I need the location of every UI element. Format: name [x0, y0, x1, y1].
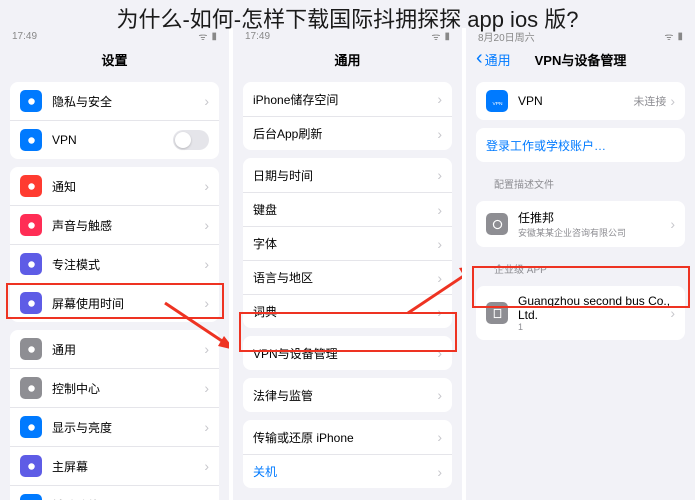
- hourglass-icon: [20, 292, 42, 314]
- chevron-icon: ›: [437, 464, 442, 480]
- toggle[interactable]: [173, 130, 209, 150]
- row-控制中心[interactable]: 控制中心›: [10, 368, 219, 407]
- wifi-icon: ᯤ: [664, 29, 673, 43]
- row-辅助功能[interactable]: 辅助功能›: [10, 485, 219, 500]
- chevron-icon: ›: [437, 202, 442, 218]
- chevron-icon: ›: [670, 216, 675, 232]
- row-vpn[interactable]: VPN VPN 未连接 ›: [476, 82, 685, 120]
- nav-bar: 设置: [0, 44, 229, 74]
- chevron-icon: ›: [204, 458, 209, 474]
- row-声音与触感[interactable]: 声音与触感›: [10, 205, 219, 244]
- chevron-icon: ›: [670, 93, 675, 109]
- chevron-icon: ›: [670, 305, 675, 321]
- arrow-2: [403, 258, 462, 318]
- row-enterprise-app[interactable]: Guangzhou second bus Co., Ltd. 1 ›: [476, 286, 685, 340]
- row-传输或还原 iPhone[interactable]: 传输或还原 iPhone›: [243, 420, 452, 454]
- chevron-icon: ›: [437, 387, 442, 403]
- battery-icon: ▮: [677, 31, 683, 42]
- row-profile[interactable]: 任推邦 安徽某某企业咨询有限公司 ›: [476, 201, 685, 247]
- pane-general: 17:49 ᯤ ▮ 通用 iPhone储存空间›后台App刷新›日期与时间›键盘…: [229, 28, 462, 500]
- chevron-icon: ›: [204, 256, 209, 272]
- row-显示与亮度[interactable]: 显示与亮度›: [10, 407, 219, 446]
- vpn-icon: VPN: [486, 90, 508, 112]
- grid-icon: [20, 455, 42, 477]
- row-后台App刷新[interactable]: 后台App刷新›: [243, 116, 452, 150]
- row-关机[interactable]: 关机›: [243, 454, 452, 488]
- arrow-1: [160, 298, 229, 358]
- nav-bar: 通用: [233, 44, 462, 74]
- pane-settings: 17:49 ᯤ ▮ 设置 隐私与安全›VPN 通知›声音与触感›专注模式›屏幕使…: [0, 28, 229, 500]
- nav-bar: 通用 VPN与设备管理: [466, 44, 695, 74]
- moon-icon: [20, 253, 42, 275]
- speaker-icon: [20, 214, 42, 236]
- row-日期与时间[interactable]: 日期与时间›: [243, 158, 452, 192]
- chevron-icon: ›: [204, 93, 209, 109]
- back-button[interactable]: 通用: [476, 50, 511, 69]
- chevron-icon: ›: [437, 126, 442, 142]
- section-enterprise: 企业级 APP: [476, 255, 685, 278]
- row-法律与监管[interactable]: 法律与监管›: [243, 378, 452, 412]
- nav-title: 通用: [334, 50, 360, 69]
- sun-icon: [20, 416, 42, 438]
- row-login-work-school[interactable]: 登录工作或学校账户…: [476, 128, 685, 162]
- row-键盘[interactable]: 键盘›: [243, 192, 452, 226]
- chevron-icon: ›: [204, 419, 209, 435]
- chevron-icon: ›: [204, 178, 209, 194]
- chevron-icon: ›: [437, 91, 442, 107]
- chevron-icon: ›: [204, 217, 209, 233]
- section-profile: 配置描述文件: [476, 170, 685, 193]
- nav-title: VPN与设备管理: [535, 50, 627, 69]
- row-VPN[interactable]: VPN: [10, 120, 219, 159]
- sliders-icon: [20, 377, 42, 399]
- svg-text:VPN: VPN: [492, 100, 502, 106]
- chevron-icon: ›: [437, 345, 442, 361]
- building-icon: [486, 302, 508, 324]
- chevron-icon: ›: [437, 429, 442, 445]
- row-通知[interactable]: 通知›: [10, 167, 219, 205]
- row-专注模式[interactable]: 专注模式›: [10, 244, 219, 283]
- profile-icon: [486, 213, 508, 235]
- chevron-icon: ›: [437, 236, 442, 252]
- vpn-icon: [20, 129, 42, 151]
- chevron-icon: ›: [437, 167, 442, 183]
- row-隐私与安全[interactable]: 隐私与安全›: [10, 82, 219, 120]
- row-字体[interactable]: 字体›: [243, 226, 452, 260]
- row-iPhone储存空间[interactable]: iPhone储存空间›: [243, 82, 452, 116]
- row-VPN与设备管理[interactable]: VPN与设备管理›: [243, 336, 452, 370]
- row-主屏幕[interactable]: 主屏幕›: [10, 446, 219, 485]
- accessibility-icon: [20, 494, 42, 500]
- page-title: 为什么-如何-怎样下载国际抖拥探探 app ios 版?: [116, 2, 578, 34]
- nav-title: 设置: [101, 50, 127, 69]
- bell-icon: [20, 175, 42, 197]
- pane-vpn-management: 8月20日周六 ᯤ ▮ 通用 VPN与设备管理 VPN VPN 未连接 › 登录: [462, 28, 695, 500]
- chevron-icon: ›: [204, 380, 209, 396]
- gear-icon: [20, 338, 42, 360]
- cube-icon: [20, 90, 42, 112]
